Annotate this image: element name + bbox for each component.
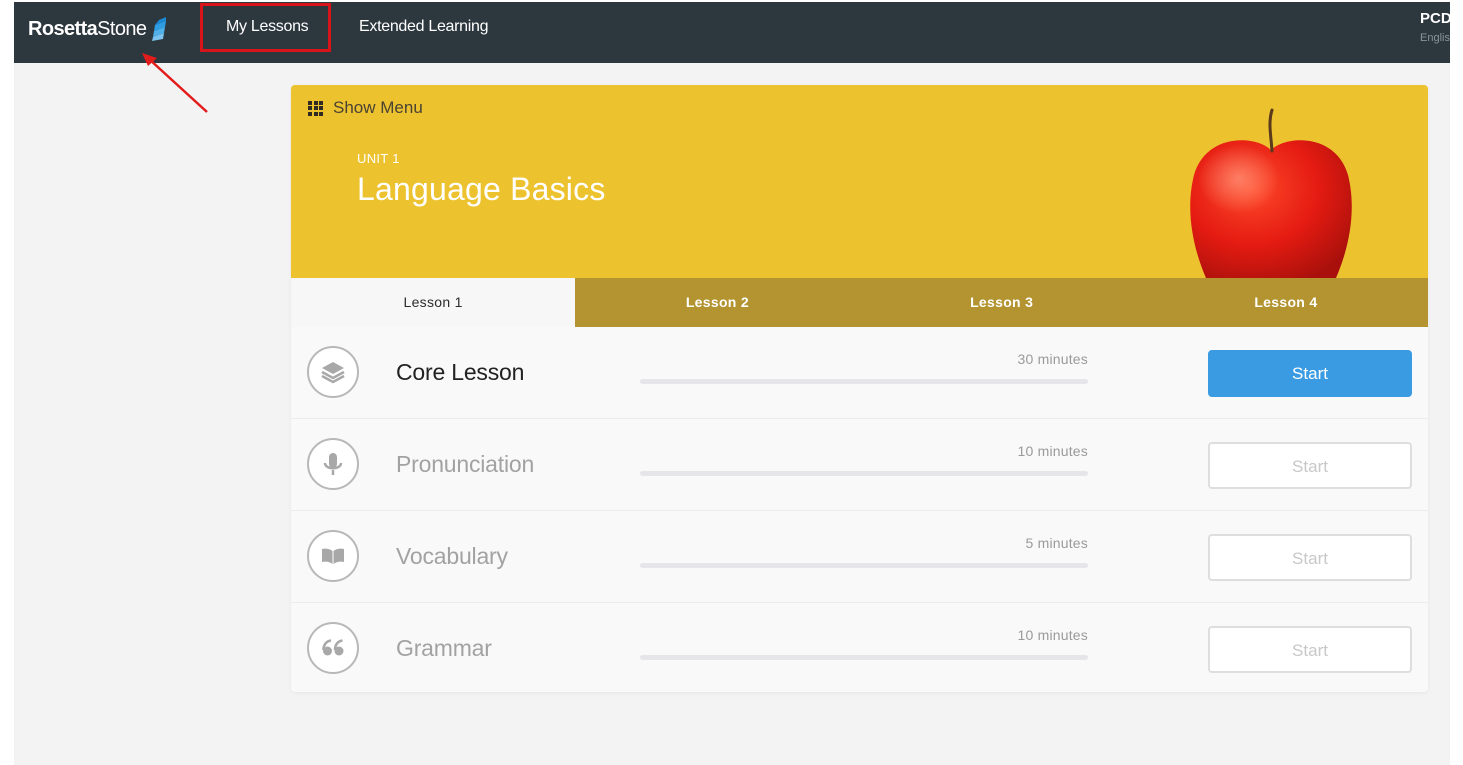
activity-title: Vocabulary [396,543,508,569]
activity-title: Grammar [396,635,492,661]
grid-menu-icon [308,100,323,116]
show-menu-button[interactable]: Show Menu [308,98,423,118]
list-item: Vocabulary 5 minutes Start [291,511,1428,603]
tab-lesson-1[interactable]: Lesson 1 [291,278,576,327]
show-menu-label: Show Menu [333,98,423,117]
page: Rosetta Stone My Lessons Extended Learnin… [14,2,1450,765]
annotation-arrow [142,53,208,113]
tab-lesson-3[interactable]: Lesson 3 [860,278,1144,327]
layers-icon [307,346,359,398]
list-item: Core Lesson 30 minutes Start [291,327,1428,419]
start-grammar-button[interactable]: Start [1208,626,1412,673]
progress-bar [640,563,1088,568]
progress-bar [640,379,1088,384]
start-vocabulary-button[interactable]: Start [1208,534,1412,581]
unit-title: Language Basics [357,171,606,207]
list-item: Grammar 10 minutes Start [291,603,1428,692]
nav-extended-learning[interactable]: Extended Learning [359,2,489,63]
tab-lesson-2[interactable]: Lesson 2 [575,278,859,327]
unit-card: Show Menu UNIT 1 Language Basics Lesson … [291,85,1428,692]
activity-duration: 30 minutes [1017,351,1088,367]
user-name: PCD [1420,10,1450,27]
progress-bar [640,655,1088,660]
tab-lesson-4[interactable]: Lesson 4 [1144,278,1428,327]
user-menu[interactable]: PCD English [1420,10,1450,46]
user-language: English [1420,32,1450,44]
lesson-activity-list: Core Lesson 30 minutes Start Pronunciati… [291,327,1428,692]
activity-title: Core Lesson [396,359,525,385]
microphone-icon [307,438,359,490]
activity-duration: 5 minutes [1025,535,1088,551]
start-pronunciation-button[interactable]: Start [1208,442,1412,489]
unit-number: UNIT 1 [357,151,400,166]
lesson-tabs: Lesson 1 Lesson 2 Lesson 3 Lesson 4 [291,278,1428,327]
start-core-lesson-button[interactable]: Start [1208,350,1412,397]
list-item: Pronunciation 10 minutes Start [291,419,1428,511]
quote-icon [307,622,359,674]
book-icon [307,530,359,582]
activity-title: Pronunciation [396,451,535,477]
activity-duration: 10 minutes [1017,443,1088,459]
activity-duration: 10 minutes [1017,627,1088,643]
progress-bar [640,471,1088,476]
unit-hero-banner: Show Menu UNIT 1 Language Basics [291,85,1428,278]
apple-image [1190,108,1352,278]
